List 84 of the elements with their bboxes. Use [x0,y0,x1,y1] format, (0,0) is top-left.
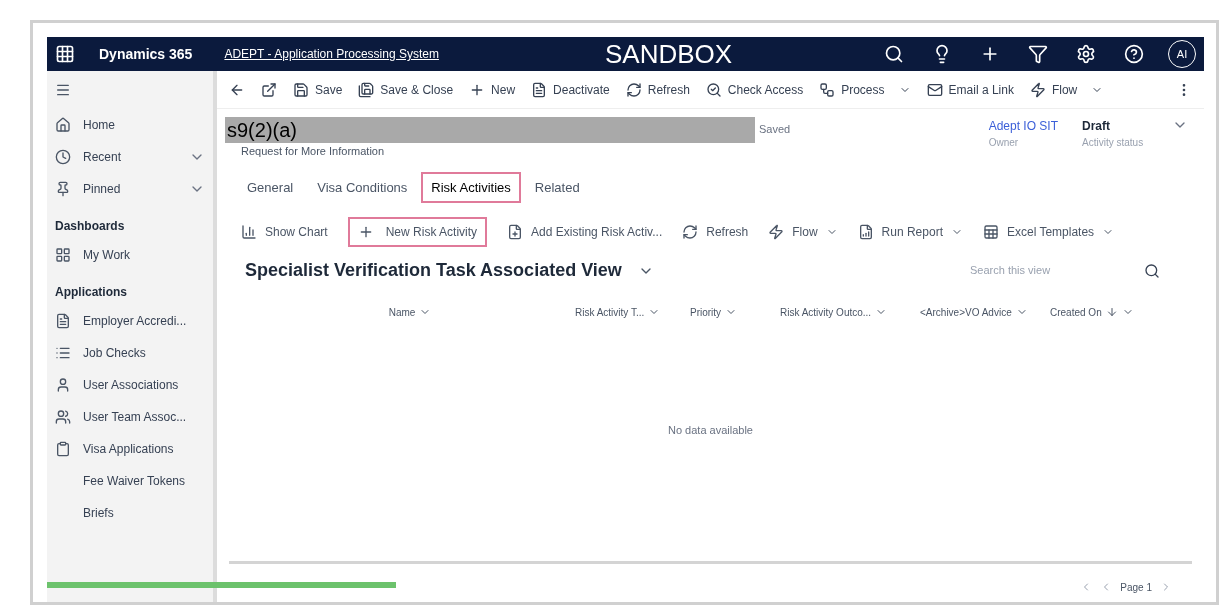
sidebar-item[interactable]: Recent [47,141,213,173]
column-header[interactable]: Risk Activity T... [575,304,690,320]
command-button[interactable]: Email a Link [926,80,1014,99]
mail-icon [926,81,943,98]
users-icon [55,409,71,425]
pin-icon [55,181,71,197]
grid-icon [55,247,71,263]
settings-icon[interactable] [1076,44,1096,64]
column-header[interactable]: Name [245,304,575,320]
sidebar-item[interactable]: Pinned [47,173,213,205]
sidebar-item[interactable]: Visa Applications [47,433,213,465]
command-button[interactable]: Deactivate [531,80,610,99]
sidebar-item[interactable]: Home [47,109,213,141]
help-icon[interactable] [1124,44,1144,64]
filter-icon[interactable] [1028,44,1048,64]
record-type: Request for More Information [240,144,386,159]
home-icon [55,117,71,133]
grid-command-button[interactable]: Flow [768,223,838,241]
status-value: Draft [1082,118,1111,135]
search-icon [705,81,722,98]
list-icon [55,345,71,361]
save-icon [293,81,309,98]
tab[interactable]: Visa Conditions [307,171,418,203]
column-header[interactable]: <Archive>VO Advice [920,304,1050,320]
command-button[interactable]: Refresh [625,80,690,99]
sidebar-item[interactable]: Employer Accredi... [47,305,213,337]
command-button[interactable]: Flow [1029,80,1104,99]
command-button[interactable]: Save [293,80,343,99]
lightning-icon [768,224,785,240]
owner-label: Owner [988,136,1020,150]
sidebar-item[interactable]: Job Checks [47,337,213,369]
product-name: Dynamics 365 [99,44,193,64]
document-icon [55,313,71,329]
report-icon [857,224,874,240]
save-status: Saved [759,122,791,137]
menu-icon[interactable] [55,82,71,98]
sidebar-item[interactable]: Briefs [47,497,213,529]
app-launcher-icon[interactable] [55,44,75,64]
tab[interactable]: Related [524,171,590,203]
grid-command-button[interactable]: Show Chart [241,223,328,241]
clipboard-icon [55,441,71,457]
open-window-icon[interactable] [261,81,277,98]
empty-message: No data available [668,423,753,439]
tab[interactable]: Risk Activities [421,171,521,203]
sidebar-item[interactable]: User Associations [47,369,213,401]
refresh-icon [625,81,642,98]
sidebar-heading: Dashboards [54,218,126,235]
page-number: Page 1 [1120,580,1152,595]
lightning-icon [1029,81,1046,98]
command-button[interactable]: Check Access [705,80,804,99]
grid-command-button[interactable]: Excel Templates [982,223,1115,241]
column-header[interactable]: Priority [690,304,780,320]
app-name-link[interactable]: ADEPT - Application Processing System [224,45,439,63]
chart-icon [241,224,257,240]
grid-command-button[interactable]: Add Existing Risk Activ... [507,223,663,241]
document-icon [531,81,548,98]
user-icon [55,377,71,393]
column-header[interactable]: Risk Activity Outco... [780,304,920,320]
command-button[interactable]: Save & Close [358,80,454,99]
sidebar-item[interactable]: Fee Waiver Tokens [47,465,213,497]
refresh-icon [682,224,699,240]
sidebar-item[interactable]: My Work [47,239,213,271]
search-icon[interactable] [1144,262,1160,279]
command-button[interactable]: New [469,80,516,99]
view-title[interactable]: Specialist Verification Task Associated View [245,257,622,284]
column-header[interactable]: Created On [1050,304,1176,320]
add-document-icon [507,224,524,240]
redacted-title: s9(2)(a) [225,117,755,143]
tab[interactable]: General [237,171,304,203]
sidebar-heading: Applications [54,284,128,301]
grid-command-button[interactable]: Run Report [857,223,963,241]
command-button[interactable]: Process [819,80,911,99]
grid-command-button[interactable]: New Risk Activity [347,217,488,247]
save-icon [358,81,375,98]
search-icon[interactable] [884,44,904,64]
spreadsheet-icon [982,224,999,240]
environment-label: SANDBOX [604,41,733,67]
status-label: Activity status [1082,136,1145,150]
owner-link[interactable]: Adept IO SIT [988,117,1058,135]
grid-command-button[interactable]: Refresh [682,223,749,241]
process-icon [819,81,836,98]
clock-icon [55,149,71,165]
sidebar-item[interactable]: User Team Assoc... [47,401,213,433]
search-field[interactable]: Search this view [970,262,1144,279]
